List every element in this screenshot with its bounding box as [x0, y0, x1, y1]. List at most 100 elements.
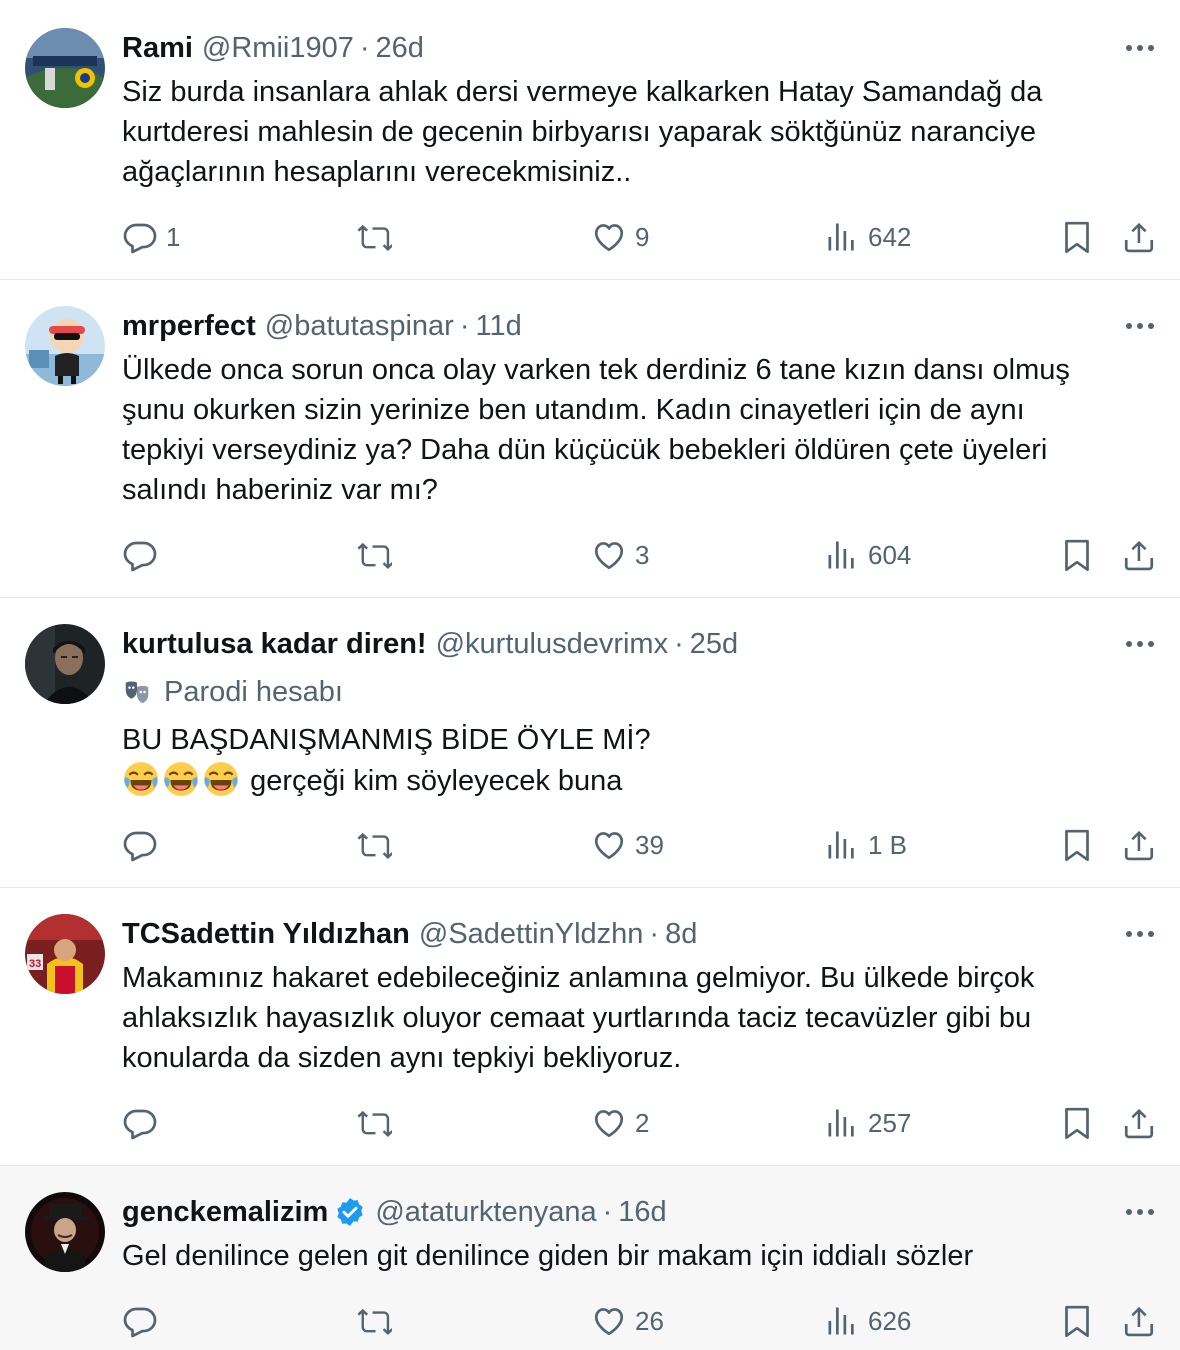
display-name[interactable]: Rami	[122, 32, 193, 65]
bookmark-button[interactable]	[1059, 825, 1095, 865]
view-count: 257	[868, 1107, 912, 1138]
view-count: 604	[868, 539, 912, 570]
bookmark-icon	[1065, 221, 1089, 254]
timestamp[interactable]: 26d	[376, 32, 424, 65]
views-icon	[828, 831, 854, 859]
laughing-emoji	[164, 762, 198, 796]
display-name[interactable]: kurtulusa kadar diren!	[122, 628, 427, 661]
views-icon	[828, 1307, 854, 1335]
timestamp[interactable]: 25d	[690, 628, 738, 661]
views-button[interactable]: 604	[824, 535, 911, 575]
user-handle[interactable]: @ataturktenyana	[375, 1196, 596, 1229]
user-handle[interactable]: @Rmii1907	[202, 32, 354, 65]
more-icon[interactable]	[1120, 1197, 1160, 1227]
tweet-text-line: tepkiyi verseydiniz ya? Daha dün küçücük…	[122, 434, 1048, 466]
like-button[interactable]: 2	[591, 1103, 649, 1143]
like-count: 26	[635, 1305, 664, 1336]
bookmark-button[interactable]	[1059, 535, 1095, 575]
timestamp[interactable]: 16d	[618, 1196, 666, 1229]
share-icon	[1124, 1108, 1154, 1139]
repost-icon	[357, 832, 392, 859]
timestamp[interactable]: 11d	[476, 310, 522, 343]
bookmark-button[interactable]	[1059, 1301, 1095, 1341]
separator-dot: ·	[602, 1195, 613, 1228]
share-button[interactable]	[1121, 825, 1157, 865]
display-name[interactable]: mrperfect	[122, 310, 256, 343]
parody-label: Parodi hesabı	[122, 672, 343, 712]
like-count: 39	[635, 829, 664, 860]
repost-button[interactable]	[356, 1103, 400, 1143]
more-icon[interactable]	[1120, 629, 1160, 659]
views-icon	[828, 1109, 854, 1137]
tweet[interactable]: kurtulusa kadar diren! @kurtulusdevrimx …	[0, 598, 1180, 888]
tweet-text: Makamınız hakaret edebileceğiniz anlamın…	[122, 958, 1132, 1078]
more-icon[interactable]	[1120, 311, 1160, 341]
tweet-text: Ülkede onca sorun onca olay varken tek d…	[122, 350, 1132, 510]
share-button[interactable]	[1121, 1301, 1157, 1341]
like-button[interactable]: 3	[591, 535, 649, 575]
action-bar: 2 257	[0, 1103, 1180, 1143]
like-button[interactable]: 26	[591, 1301, 664, 1341]
user-handle[interactable]: @kurtulusdevrimx	[436, 628, 669, 661]
reply-button[interactable]	[122, 1103, 166, 1143]
separator-dot: ·	[649, 917, 660, 950]
avatar[interactable]	[25, 624, 105, 704]
share-button[interactable]	[1121, 535, 1157, 575]
tweet[interactable]: genckemalizim @ataturktenyana · 16d Gel …	[0, 1166, 1180, 1350]
like-count: 2	[635, 1107, 650, 1138]
repost-button[interactable]	[356, 825, 400, 865]
reply-icon	[123, 831, 157, 862]
share-button[interactable]	[1121, 217, 1157, 257]
repost-icon	[357, 1110, 392, 1137]
like-button[interactable]: 39	[591, 825, 664, 865]
avatar[interactable]	[25, 28, 105, 108]
reply-button[interactable]	[122, 535, 166, 575]
display-name[interactable]: TCSadettin Yıldızhan	[122, 918, 410, 951]
repost-button[interactable]	[356, 1301, 400, 1341]
like-icon	[594, 832, 624, 860]
bookmark-icon	[1065, 1305, 1089, 1338]
tweet-text-line: ahlaksızlık hayasızlık oluyor cemaat yur…	[122, 1002, 1032, 1034]
avatar[interactable]: 33	[25, 914, 105, 994]
tweet[interactable]: 33 TCSadettin Yıldızhan @SadettinYldzhn …	[0, 888, 1180, 1166]
views-button[interactable]: 642	[824, 217, 911, 257]
avatar[interactable]	[25, 1192, 105, 1272]
like-button[interactable]: 9	[591, 217, 649, 257]
tweet-header: genckemalizim @ataturktenyana · 16d	[122, 1192, 667, 1232]
view-count: 626	[868, 1305, 912, 1336]
like-count: 9	[635, 221, 650, 252]
share-icon	[1124, 830, 1154, 861]
reply-icon	[123, 1307, 157, 1338]
more-icon[interactable]	[1120, 33, 1160, 63]
reply-button[interactable]: 1	[122, 217, 180, 257]
laughing-emoji	[204, 762, 238, 796]
views-button[interactable]: 626	[824, 1301, 911, 1341]
separator-dot: ·	[359, 31, 370, 64]
tweet-header: TCSadettin Yıldızhan @SadettinYldzhn · 8…	[122, 914, 697, 954]
views-button[interactable]: 1 B	[824, 825, 907, 865]
bookmark-button[interactable]	[1059, 217, 1095, 257]
tweet-header: mrperfect @batutaspinar · 11d	[122, 306, 522, 346]
share-icon	[1124, 222, 1154, 253]
user-handle[interactable]: @batutaspinar	[265, 310, 454, 343]
share-button[interactable]	[1121, 1103, 1157, 1143]
repost-button[interactable]	[356, 217, 400, 257]
reply-button[interactable]	[122, 825, 166, 865]
display-name[interactable]: genckemalizim	[122, 1196, 328, 1229]
bookmark-icon	[1065, 1107, 1089, 1140]
parody-mask-icon	[125, 681, 149, 703]
parody-label-text: Parodi hesabı	[164, 675, 343, 708]
tweet[interactable]: mrperfect @batutaspinar · 11d Ülkede onc…	[0, 280, 1180, 598]
user-handle[interactable]: @SadettinYldzhn	[419, 918, 644, 951]
svg-text:33: 33	[29, 958, 41, 970]
tweet[interactable]: Rami @Rmii1907 · 26d Siz burda insanlara…	[0, 0, 1180, 280]
tweet-text-line: konularda da sizden aynı tepkiyi bekliyo…	[122, 1042, 682, 1074]
views-button[interactable]: 257	[824, 1103, 911, 1143]
timestamp[interactable]: 8d	[665, 918, 697, 951]
avatar[interactable]	[25, 306, 105, 386]
bookmark-button[interactable]	[1059, 1103, 1095, 1143]
repost-icon	[357, 542, 392, 569]
more-icon[interactable]	[1120, 919, 1160, 949]
repost-button[interactable]	[356, 535, 400, 575]
reply-button[interactable]	[122, 1301, 166, 1341]
